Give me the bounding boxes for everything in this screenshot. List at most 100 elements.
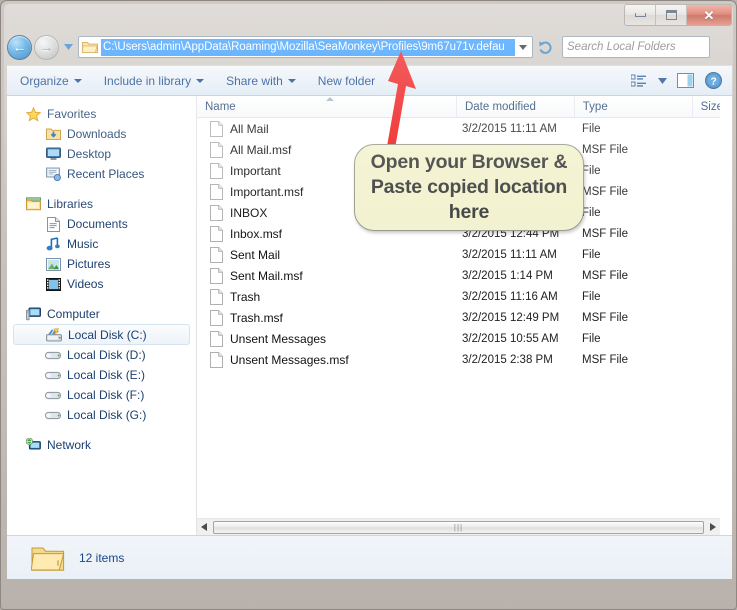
annotation-callout-text: Open your Browser & Paste copied locatio… — [370, 151, 568, 223]
column-header-date-modified[interactable]: Date modified — [457, 96, 575, 117]
preview-pane-button[interactable] — [672, 70, 698, 92]
file-name-cell[interactable]: Unsent Messages — [197, 330, 462, 347]
sidebar-item-music[interactable]: Music — [7, 234, 196, 254]
window-controls: ✕ — [624, 4, 732, 26]
toolbar-item-share-with[interactable]: Share with — [217, 70, 305, 92]
toolbar-item-include-in-library[interactable]: Include in library — [95, 70, 213, 92]
sidebar-item-local-disk-d[interactable]: Local Disk (D:) — [7, 345, 196, 365]
nav-group-libraries: Libraries Documents Music Pictures Video… — [7, 194, 196, 294]
vertical-scrollbar-track[interactable] — [720, 96, 732, 535]
sidebar-item-local-disk-g[interactable]: Local Disk (G:) — [7, 405, 196, 425]
sidebar-item-label: Local Disk (C:) — [68, 327, 147, 342]
column-header-type[interactable]: Type — [575, 96, 693, 117]
sidebar-item-desktop[interactable]: Desktop — [7, 144, 196, 164]
navigation-pane[interactable]: Favorites Downloads Desktop Recent Place… — [7, 96, 197, 535]
minimize-button[interactable] — [625, 5, 656, 25]
music-icon — [45, 236, 61, 252]
sidebar-item-network[interactable]: Network — [7, 435, 196, 455]
file-name-label: All Mail — [230, 121, 269, 136]
star-icon — [25, 106, 41, 122]
forward-button[interactable]: → — [34, 34, 59, 60]
refresh-button[interactable] — [534, 36, 558, 58]
sidebar-item-label: Local Disk (F:) — [67, 388, 145, 402]
file-icon — [210, 351, 223, 368]
file-date-cell: 3/2/2015 2:38 PM — [462, 353, 553, 366]
file-name-cell[interactable]: Sent Mail — [197, 246, 462, 263]
search-box[interactable] — [562, 36, 723, 58]
sidebar-item-libraries[interactable]: Libraries — [7, 194, 196, 214]
sidebar-item-local-disk-f[interactable]: Local Disk (F:) — [7, 385, 196, 405]
toolbar-right-group: ? — [626, 70, 732, 92]
file-icon — [210, 288, 223, 305]
maximize-button[interactable] — [656, 5, 687, 25]
sidebar-item-computer[interactable]: Computer — [7, 304, 196, 324]
file-date-cell: 3/2/2015 11:11 AM — [462, 122, 557, 135]
sidebar-item-videos[interactable]: Videos — [7, 274, 196, 294]
sidebar-item-label: Local Disk (G:) — [67, 408, 147, 422]
file-name-cell[interactable]: All Mail — [197, 120, 462, 137]
chevron-down-icon — [657, 77, 667, 84]
file-name-cell[interactable]: Trash.msf — [197, 309, 462, 326]
status-bar: 12 items — [7, 535, 732, 579]
sidebar-item-label: Network — [47, 438, 92, 452]
scroll-right-button[interactable] — [705, 520, 720, 535]
help-button[interactable]: ? — [700, 70, 726, 92]
view-options-caret[interactable] — [654, 70, 670, 92]
table-row[interactable]: Sent Mail.msf 3/2/2015 1:14 PM MSF File — [197, 265, 732, 286]
file-name-label: Trash.msf — [230, 310, 283, 325]
table-row[interactable]: Unsent Messages 3/2/2015 10:55 AM File — [197, 328, 732, 349]
sidebar-item-recent-places[interactable]: Recent Places — [7, 164, 196, 184]
sidebar-item-label: Desktop — [67, 147, 112, 161]
file-name-label: Sent Mail.msf — [230, 268, 303, 283]
close-button[interactable]: ✕ — [687, 5, 731, 25]
file-name-cell[interactable]: Trash — [197, 288, 462, 305]
sort-ascending-icon — [326, 97, 335, 101]
chevron-down-icon — [73, 78, 82, 83]
maximize-icon — [665, 10, 677, 20]
column-header-name[interactable]: Name — [197, 96, 457, 117]
table-row[interactable]: Sent Mail 3/2/2015 11:11 AM File — [197, 244, 732, 265]
table-row[interactable]: Trash 3/2/2015 11:16 AM File — [197, 286, 732, 307]
file-type-cell: File — [582, 122, 601, 135]
refresh-icon — [539, 41, 552, 54]
view-options-button[interactable] — [626, 70, 652, 92]
sidebar-item-favorites[interactable]: Favorites — [7, 104, 196, 124]
file-type-cell: File — [582, 290, 601, 303]
file-date-cell: 3/2/2015 1:14 PM — [462, 269, 553, 282]
scroll-left-icon — [201, 523, 207, 531]
file-name-cell[interactable]: Unsent Messages.msf — [197, 351, 462, 368]
sidebar-item-documents[interactable]: Documents — [7, 214, 196, 234]
file-name-label: Important — [230, 163, 281, 178]
file-name-label: Sent Mail — [230, 247, 281, 262]
column-header-row: Name Date modified Type Size — [197, 96, 732, 118]
back-button[interactable]: ← — [7, 34, 32, 60]
sidebar-item-downloads[interactable]: Downloads — [7, 124, 196, 144]
sidebar-item-local-disk-c[interactable]: Local Disk (C:) — [13, 324, 190, 345]
table-row[interactable]: All Mail 3/2/2015 11:11 AM File — [197, 118, 732, 139]
recent-pages-button[interactable] — [63, 42, 73, 52]
title-bar: ✕ — [1, 1, 737, 29]
annotation-callout: Open your Browser & Paste copied locatio… — [354, 144, 584, 231]
sidebar-item-pictures[interactable]: Pictures — [7, 254, 196, 274]
file-name-cell[interactable]: Sent Mail.msf — [197, 267, 462, 284]
search-input[interactable] — [567, 41, 723, 53]
table-row[interactable]: Trash.msf 3/2/2015 12:49 PM MSF File — [197, 307, 732, 328]
file-icon — [210, 309, 223, 326]
file-name-label: Important.msf — [230, 184, 304, 199]
sidebar-item-local-disk-e[interactable]: Local Disk (E:) — [7, 365, 196, 385]
toolbar-item-organize[interactable]: Organize — [11, 70, 91, 92]
scroll-left-button[interactable] — [197, 520, 212, 535]
chevron-down-icon — [63, 44, 73, 50]
address-bar[interactable]: C:\Users\admin\AppData\Roaming\Mozilla\S… — [78, 36, 533, 58]
horizontal-scrollbar-thumb[interactable]: ||| — [213, 520, 704, 534]
network-icon — [25, 437, 41, 453]
file-icon — [210, 183, 223, 200]
file-icon — [210, 141, 223, 158]
horizontal-scrollbar[interactable]: ||| — [197, 518, 720, 535]
toolbar-item-new-folder[interactable]: New folder — [309, 70, 384, 92]
address-dropdown-button[interactable] — [515, 44, 531, 50]
address-path-text[interactable]: C:\Users\admin\AppData\Roaming\Mozilla\S… — [101, 38, 515, 56]
table-row[interactable]: Unsent Messages.msf 3/2/2015 2:38 PM MSF F… — [197, 349, 732, 370]
libraries-icon — [25, 196, 41, 212]
file-icon — [210, 162, 223, 179]
